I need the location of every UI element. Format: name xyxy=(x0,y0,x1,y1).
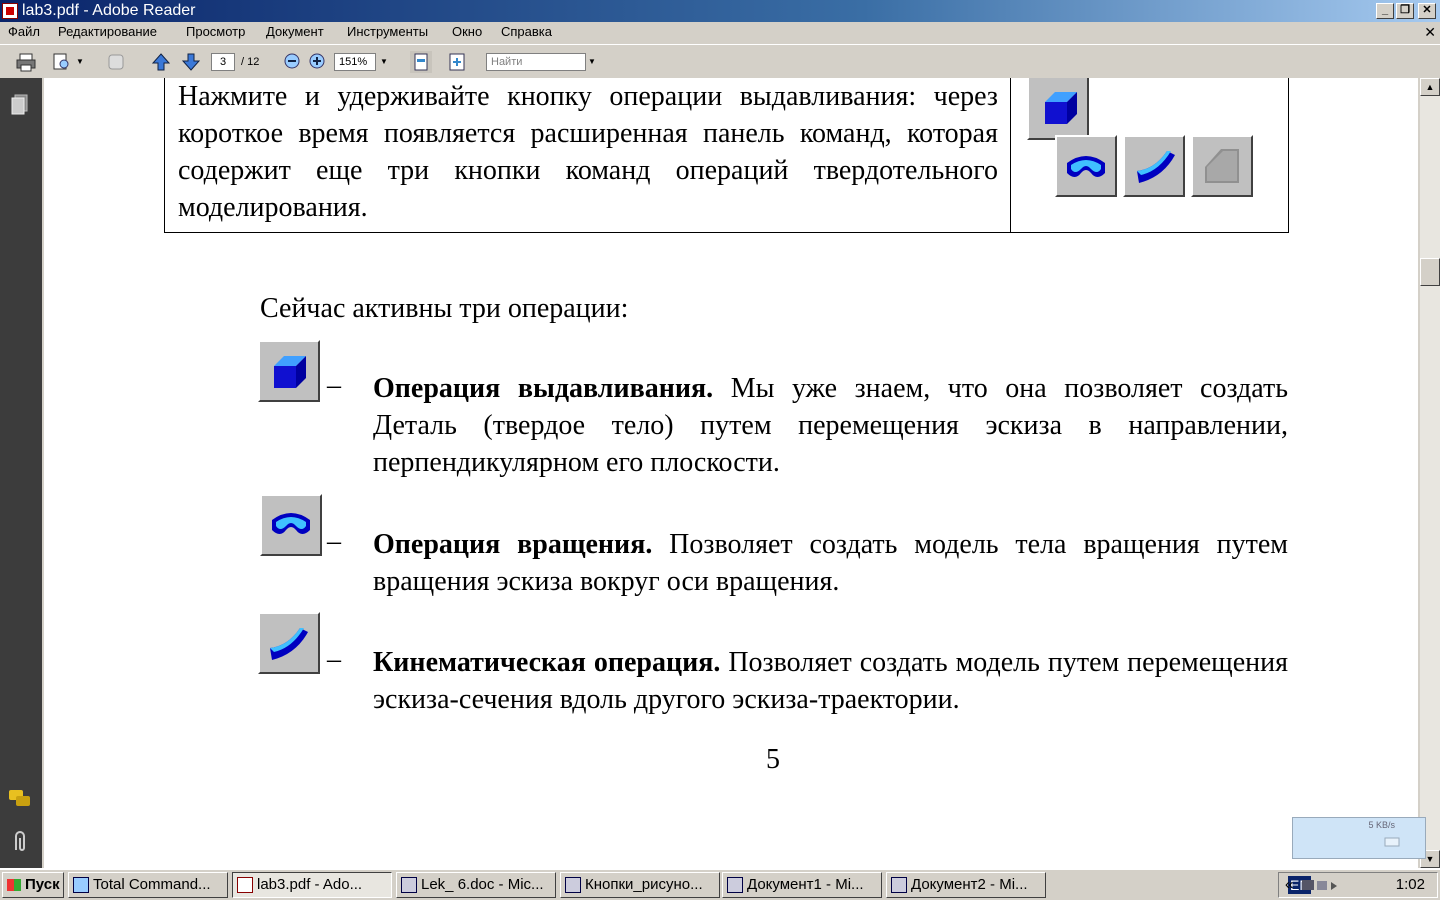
tray-icons xyxy=(1302,880,1337,890)
search-document-icon[interactable] xyxy=(52,52,72,72)
find-dropdown-icon[interactable]: ▼ xyxy=(588,51,596,73)
network-meter-widget: 5 KB/s xyxy=(1292,817,1426,859)
task-label: Документ2 - Mi... xyxy=(911,876,1028,893)
task-label: Total Command... xyxy=(93,876,211,893)
vertical-scrollbar[interactable]: ▲ ▼ xyxy=(1420,78,1440,868)
menu-view[interactable]: Просмотр xyxy=(186,22,245,42)
extrude-operation-title: Операция выдавливания. xyxy=(373,373,714,404)
system-tray: « 1:02 xyxy=(1278,872,1438,898)
toolbar: ▼ 3 / 12 151% ▼ Найти ▼ xyxy=(0,44,1440,78)
extrude-button-icon xyxy=(1027,78,1089,140)
task-total-commander[interactable]: Total Command... xyxy=(68,872,228,898)
zoom-dropdown-icon[interactable]: ▼ xyxy=(380,51,388,73)
task-label: Документ1 - Mi... xyxy=(747,876,864,893)
task-label: Lek_ 6.doc - Mic... xyxy=(421,876,544,893)
menu-tools[interactable]: Инструменты xyxy=(347,22,428,42)
pdf-app-icon xyxy=(2,3,18,19)
clock: 1:02 xyxy=(1395,876,1425,893)
menu-window[interactable]: Окно xyxy=(452,22,482,42)
menu-bar: Файл Редактирование Просмотр Документ Ин… xyxy=(0,22,1440,42)
network-speed: 5 KB/s xyxy=(1368,820,1395,830)
zoom-level-select[interactable]: 151% xyxy=(334,53,376,71)
zoom-in-icon[interactable] xyxy=(309,53,325,69)
item-dash: – xyxy=(327,644,341,675)
instruction-text: Нажмите и удерживайте кнопку операции вы… xyxy=(178,81,998,223)
revolve-operation-icon xyxy=(260,494,322,556)
sweep-button-icon xyxy=(1123,135,1185,197)
loft-button-icon xyxy=(1191,135,1253,197)
minimize-button[interactable]: _ xyxy=(1376,3,1394,19)
revolve-operation-title: Операция вращения. xyxy=(373,529,653,560)
item-dash: – xyxy=(327,370,341,401)
word-icon xyxy=(565,877,581,893)
navigation-pane xyxy=(0,78,42,868)
item-dash: – xyxy=(327,526,341,557)
sweep-operation-icon xyxy=(258,612,320,674)
title-bar: lab3.pdf - Adobe Reader _ ❐ ✕ xyxy=(0,0,1440,22)
menu-document[interactable]: Документ xyxy=(266,22,324,42)
start-button[interactable]: Пуск xyxy=(2,872,64,898)
word-icon xyxy=(401,877,417,893)
total-commander-icon xyxy=(73,877,89,893)
extrude-operation-icon xyxy=(258,340,320,402)
previous-page-icon[interactable] xyxy=(151,52,171,72)
document-page: Нажмите и удерживайте кнопку операции вы… xyxy=(44,78,1418,868)
pdf-icon xyxy=(237,877,253,893)
task-label: Кнопки_рисуно... xyxy=(585,876,703,893)
word-icon xyxy=(727,877,743,893)
zoom-out-icon[interactable] xyxy=(284,53,300,69)
hand-tool-icon[interactable] xyxy=(106,52,126,72)
revolve-operation-text: Операция вращения. Позволяет создать мод… xyxy=(373,526,1288,600)
document-close-icon[interactable]: ✕ xyxy=(1424,22,1436,42)
menu-edit[interactable]: Редактирование xyxy=(58,22,157,42)
maximize-button[interactable]: ❐ xyxy=(1396,3,1414,19)
next-page-icon[interactable] xyxy=(181,52,201,72)
tray-expand-icon[interactable]: « xyxy=(1285,873,1293,897)
comments-icon[interactable] xyxy=(8,788,32,810)
task-word-document1[interactable]: Документ1 - Mi... xyxy=(722,872,882,898)
task-word-buttons[interactable]: Кнопки_рисуно... xyxy=(560,872,720,898)
print-icon[interactable] xyxy=(16,52,36,72)
adobe-reader-window: lab3.pdf - Adobe Reader _ ❐ ✕ Файл Редак… xyxy=(0,0,1440,868)
extrude-operation-text: Операция выдавливания. Мы уже знаем, что… xyxy=(373,370,1288,481)
instruction-table: Нажмите и удерживайте кнопку операции вы… xyxy=(164,78,1289,233)
revolve-button-icon xyxy=(1055,135,1117,197)
task-label: lab3.pdf - Ado... xyxy=(257,876,363,893)
search-dropdown-icon[interactable]: ▼ xyxy=(76,51,84,73)
fit-width-icon[interactable] xyxy=(410,51,432,73)
page-number-input[interactable]: 3 xyxy=(211,53,235,71)
taskbar: Пуск Total Command... lab3.pdf - Ado... … xyxy=(0,868,1440,900)
sweep-operation-title: Кинематическая операция. xyxy=(373,647,721,678)
page-number: 5 xyxy=(766,744,780,775)
scroll-thumb[interactable] xyxy=(1420,258,1440,286)
task-word-document2[interactable]: Документ2 - Mi... xyxy=(886,872,1046,898)
task-word-lek6[interactable]: Lek_ 6.doc - Mic... xyxy=(396,872,556,898)
find-input[interactable]: Найти xyxy=(486,53,586,71)
network-graph-icon xyxy=(1384,837,1400,847)
sweep-operation-text: Кинематическая операция. Позволяет созда… xyxy=(373,644,1288,718)
page-total: / 12 xyxy=(241,56,260,68)
close-button[interactable]: ✕ xyxy=(1418,3,1436,19)
section-heading: Сейчас активны три операции: xyxy=(260,293,629,324)
fit-page-icon[interactable] xyxy=(447,52,467,72)
menu-file[interactable]: Файл xyxy=(8,22,40,42)
window-title: lab3.pdf - Adobe Reader xyxy=(22,2,196,19)
pages-panel-icon[interactable] xyxy=(10,94,30,116)
attachments-icon[interactable] xyxy=(10,830,30,854)
scroll-up-button[interactable]: ▲ xyxy=(1420,78,1440,96)
word-icon xyxy=(891,877,907,893)
menu-help[interactable]: Справка xyxy=(501,22,552,42)
table-divider xyxy=(1010,78,1011,233)
task-adobe-reader[interactable]: lab3.pdf - Ado... xyxy=(232,872,392,898)
